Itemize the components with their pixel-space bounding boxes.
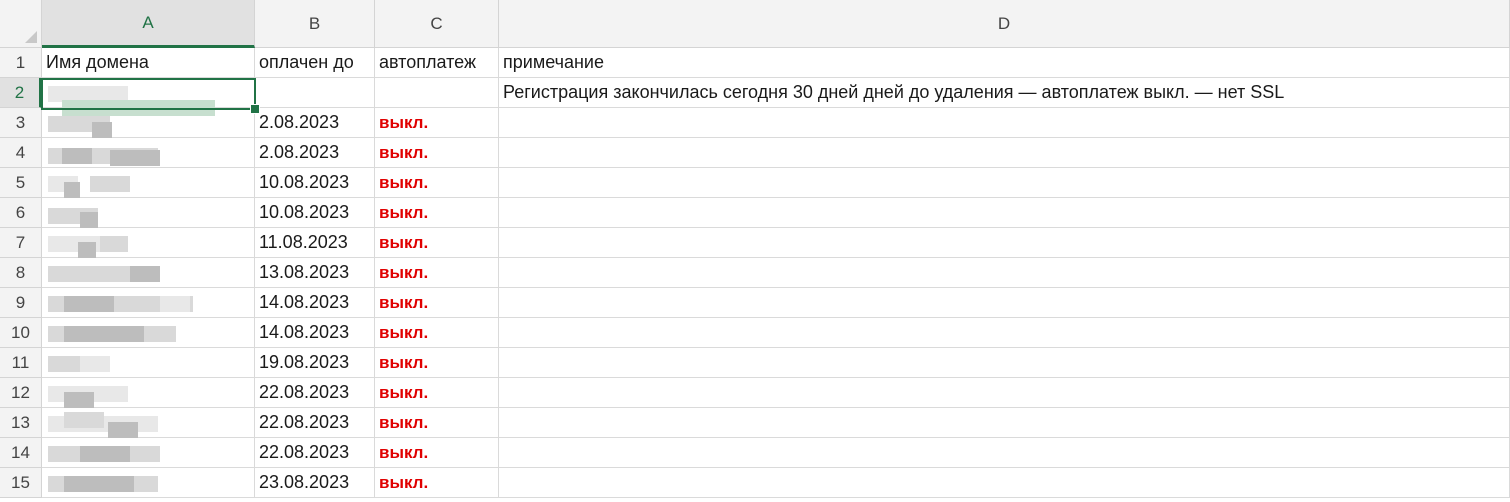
row-header-2[interactable]: 2 bbox=[0, 78, 42, 108]
cell-b7[interactable]: 11.08.2023 bbox=[255, 228, 375, 258]
cell-c4[interactable]: выкл. bbox=[375, 138, 499, 168]
column-header-a[interactable]: A bbox=[42, 0, 255, 48]
row-header-15[interactable]: 15 bbox=[0, 468, 42, 498]
redacted-domain-block bbox=[64, 476, 134, 492]
row-header-6[interactable]: 6 bbox=[0, 198, 42, 228]
redacted-domain-block bbox=[78, 242, 96, 258]
cell-a1[interactable]: Имя домена bbox=[42, 48, 255, 78]
cell-d1[interactable]: примечание bbox=[499, 48, 1510, 78]
cell-c6[interactable]: выкл. bbox=[375, 198, 499, 228]
cell-b2[interactable] bbox=[255, 78, 375, 108]
cell-d12[interactable] bbox=[499, 378, 1510, 408]
cell-c14[interactable]: выкл. bbox=[375, 438, 499, 468]
select-all-triangle-icon bbox=[25, 31, 37, 43]
cell-b5[interactable]: 10.08.2023 bbox=[255, 168, 375, 198]
row-header-5[interactable]: 5 bbox=[0, 168, 42, 198]
cell-d11[interactable] bbox=[499, 348, 1510, 378]
cell-d3[interactable] bbox=[499, 108, 1510, 138]
redacted-domain-block bbox=[64, 182, 80, 198]
row-header-10[interactable]: 10 bbox=[0, 318, 42, 348]
redacted-domain-block bbox=[92, 122, 112, 138]
row-header-13[interactable]: 13 bbox=[0, 408, 42, 438]
cell-c10[interactable]: выкл. bbox=[375, 318, 499, 348]
row-header-3[interactable]: 3 bbox=[0, 108, 42, 138]
cell-b1[interactable]: оплачен до bbox=[255, 48, 375, 78]
row-header-1[interactable]: 1 bbox=[0, 48, 42, 78]
column-header-d[interactable]: D bbox=[499, 0, 1510, 48]
cell-c2[interactable] bbox=[375, 78, 499, 108]
redacted-domain-block bbox=[64, 392, 94, 408]
cell-b12[interactable]: 22.08.2023 bbox=[255, 378, 375, 408]
row-header-14[interactable]: 14 bbox=[0, 438, 42, 468]
cell-b8[interactable]: 13.08.2023 bbox=[255, 258, 375, 288]
redacted-domain-block bbox=[80, 212, 98, 228]
cell-d7[interactable] bbox=[499, 228, 1510, 258]
cell-b9[interactable]: 14.08.2023 bbox=[255, 288, 375, 318]
row-header-7[interactable]: 7 bbox=[0, 228, 42, 258]
cell-c8[interactable]: выкл. bbox=[375, 258, 499, 288]
cell-d8[interactable] bbox=[499, 258, 1510, 288]
cell-d13[interactable] bbox=[499, 408, 1510, 438]
cell-d15[interactable] bbox=[499, 468, 1510, 498]
cell-b6[interactable]: 10.08.2023 bbox=[255, 198, 375, 228]
redacted-domain-block bbox=[62, 148, 92, 164]
redacted-domain-block bbox=[110, 150, 160, 166]
redacted-domain-block bbox=[80, 446, 130, 462]
cell-c9[interactable]: выкл. bbox=[375, 288, 499, 318]
cell-d9[interactable] bbox=[499, 288, 1510, 318]
row-header-8[interactable]: 8 bbox=[0, 258, 42, 288]
cell-b4[interactable]: 2.08.2023 bbox=[255, 138, 375, 168]
cell-b11[interactable]: 19.08.2023 bbox=[255, 348, 375, 378]
cell-c5[interactable]: выкл. bbox=[375, 168, 499, 198]
cell-d2[interactable]: Регистрация закончилась сегодня 30 дней … bbox=[499, 78, 1510, 108]
cell-c1[interactable]: автоплатеж bbox=[375, 48, 499, 78]
select-all-corner[interactable] bbox=[0, 0, 42, 48]
redacted-domain-block bbox=[64, 296, 114, 312]
cell-d6[interactable] bbox=[499, 198, 1510, 228]
cell-d4[interactable] bbox=[499, 138, 1510, 168]
cell-c7[interactable]: выкл. bbox=[375, 228, 499, 258]
spreadsheet-grid: A B C D 1 Имя домена оплачен до автоплатеж п… bbox=[0, 0, 1510, 502]
cell-b15[interactable]: 23.08.2023 bbox=[255, 468, 375, 498]
redacted-domain-block bbox=[130, 266, 160, 282]
redacted-domain-block bbox=[108, 422, 138, 438]
column-header-b[interactable]: B bbox=[255, 0, 375, 48]
redacted-domain-block bbox=[90, 176, 130, 192]
row-header-4[interactable]: 4 bbox=[0, 138, 42, 168]
redacted-domain-block bbox=[64, 412, 104, 428]
fill-handle[interactable] bbox=[250, 104, 260, 114]
cell-d5[interactable] bbox=[499, 168, 1510, 198]
cell-c11[interactable]: выкл. bbox=[375, 348, 499, 378]
redacted-domain-block bbox=[160, 296, 190, 312]
cell-d10[interactable] bbox=[499, 318, 1510, 348]
cell-b3[interactable]: 2.08.2023 bbox=[255, 108, 375, 138]
row-header-11[interactable]: 11 bbox=[0, 348, 42, 378]
cell-c15[interactable]: выкл. bbox=[375, 468, 499, 498]
redacted-domain-block bbox=[80, 356, 110, 372]
redacted-domain-block bbox=[64, 326, 144, 342]
column-header-c[interactable]: C bbox=[375, 0, 499, 48]
cell-b14[interactable]: 22.08.2023 bbox=[255, 438, 375, 468]
cell-c3[interactable]: выкл. bbox=[375, 108, 499, 138]
cell-b13[interactable]: 22.08.2023 bbox=[255, 408, 375, 438]
cell-c13[interactable]: выкл. bbox=[375, 408, 499, 438]
cell-d14[interactable] bbox=[499, 438, 1510, 468]
cell-b10[interactable]: 14.08.2023 bbox=[255, 318, 375, 348]
cell-c12[interactable]: выкл. bbox=[375, 378, 499, 408]
redacted-domain-block bbox=[100, 236, 128, 252]
row-header-9[interactable]: 9 bbox=[0, 288, 42, 318]
row-header-12[interactable]: 12 bbox=[0, 378, 42, 408]
